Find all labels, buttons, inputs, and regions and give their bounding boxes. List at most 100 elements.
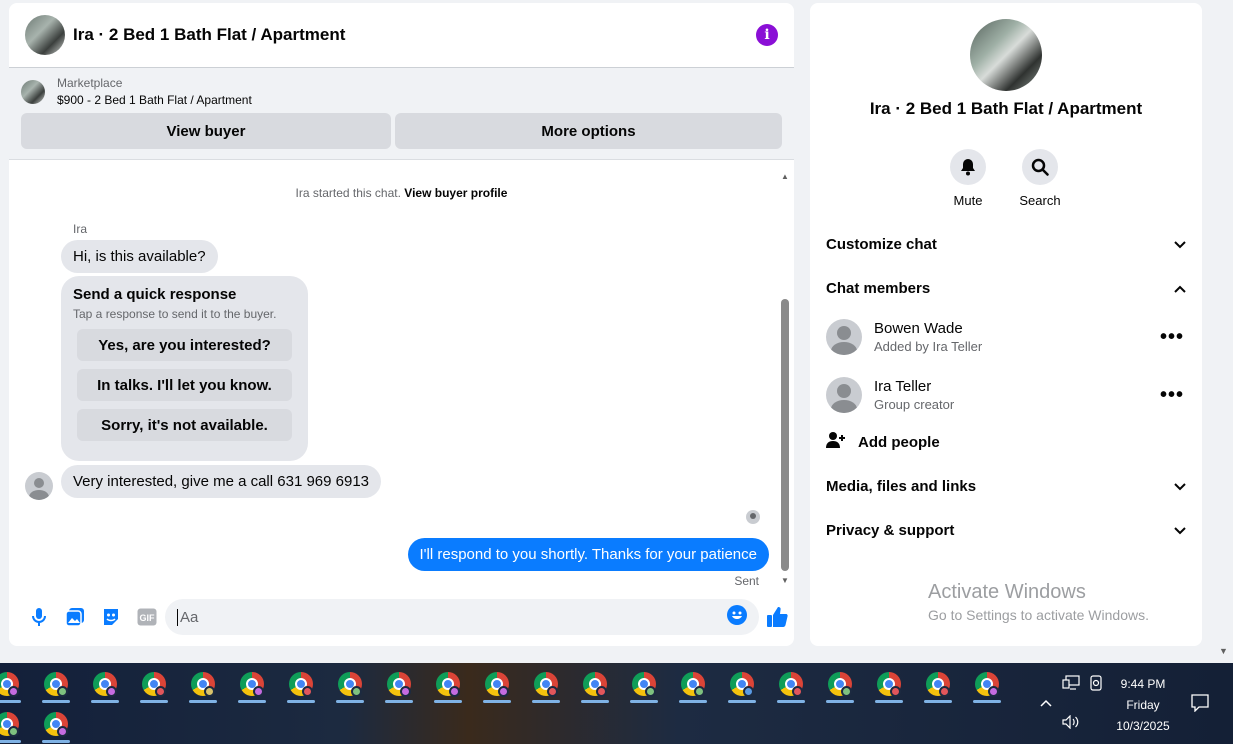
mute-label: Mute [953, 193, 983, 208]
open-window-indicator [875, 700, 903, 703]
profile-badge-icon [8, 686, 19, 697]
taskbar-chrome-button[interactable] [330, 665, 370, 703]
photo-icon[interactable] [57, 599, 93, 635]
bell-icon[interactable] [950, 149, 986, 185]
taskbar-chrome-button[interactable] [281, 665, 321, 703]
open-window-indicator [189, 700, 217, 703]
message-status: Sent [734, 574, 759, 588]
profile-badge-icon [645, 686, 656, 697]
view-buyer-profile-link[interactable]: View buyer profile [404, 186, 507, 200]
taskbar-chrome-button[interactable] [918, 665, 958, 703]
taskbar-chrome-button[interactable] [134, 665, 174, 703]
quick-response-unavailable-button[interactable]: Sorry, it's not available. [77, 409, 292, 441]
taskbar-chrome-button[interactable] [820, 665, 860, 703]
gif-label: GIF [140, 613, 156, 623]
message-bubble[interactable]: Very interested, give me a call 631 969 … [61, 465, 382, 498]
taskbar-chrome-button[interactable] [0, 665, 27, 703]
message-bubble[interactable]: Hi, is this available? [61, 240, 218, 273]
profile-badge-icon [596, 686, 607, 697]
member-avatar[interactable] [826, 377, 862, 413]
message-input-wrapper[interactable] [165, 599, 759, 635]
chevron-up-icon [1174, 280, 1186, 297]
open-window-indicator [0, 740, 21, 743]
thumbs-up-icon[interactable] [759, 599, 794, 635]
open-window-indicator [287, 700, 315, 703]
open-window-indicator [336, 700, 364, 703]
page-scroll-down-icon[interactable]: ▼ [1219, 646, 1228, 656]
mute-button[interactable]: Mute [938, 149, 998, 208]
volume-icon[interactable] [1062, 714, 1080, 732]
taskbar-chrome-button[interactable] [575, 665, 615, 703]
profile-badge-icon [547, 686, 558, 697]
profile-badge-icon [449, 686, 460, 697]
profile-badge-icon [204, 686, 215, 697]
microphone-icon[interactable] [21, 599, 57, 635]
open-window-indicator [826, 700, 854, 703]
taskbar-chrome-button[interactable] [967, 665, 1007, 703]
view-buyer-button[interactable]: View buyer [21, 113, 391, 149]
taskbar-chrome-button[interactable] [232, 665, 272, 703]
taskbar-chrome-button[interactable] [428, 665, 468, 703]
taskbar-chrome-button[interactable] [722, 665, 762, 703]
taskbar-chrome-button[interactable] [85, 665, 125, 703]
chat-members-section[interactable]: Chat members [826, 274, 1186, 302]
scroll-down-arrow-icon[interactable]: ▼ [780, 577, 790, 585]
add-people-button[interactable]: Add people [826, 431, 940, 453]
open-window-indicator [385, 700, 413, 703]
chat-title[interactable]: Ira · 2 Bed 1 Bath Flat / Apartment [73, 25, 756, 45]
taskbar-chrome-button[interactable] [0, 705, 27, 743]
listing-title: $900 - 2 Bed 1 Bath Flat / Apartment [57, 93, 252, 107]
network-icon[interactable] [1062, 675, 1080, 694]
taskbar-chrome-button[interactable] [477, 665, 517, 703]
taskbar-chrome-button[interactable] [379, 665, 419, 703]
windows-taskbar: 9:44 PM Friday 10/3/2025 [0, 663, 1233, 744]
member-role: Group creator [874, 397, 955, 412]
media-files-section[interactable]: Media, files and links [826, 472, 1186, 500]
taskbar-chrome-button[interactable] [869, 665, 909, 703]
sticker-icon[interactable] [93, 599, 129, 635]
own-message-bubble[interactable]: I'll respond to you shortly. Thanks for … [407, 538, 769, 571]
notification-icon[interactable] [1191, 694, 1209, 715]
more-options-icon[interactable]: ••• [1158, 384, 1186, 407]
listing-row[interactable]: Marketplace $900 - 2 Bed 1 Bath Flat / A… [21, 76, 782, 107]
search-button[interactable]: Search [1010, 149, 1070, 208]
add-people-label: Add people [858, 433, 940, 451]
member-avatar[interactable] [826, 319, 862, 355]
taskbar-chrome-button[interactable] [526, 665, 566, 703]
member-row[interactable]: Bowen Wade Added by Ira Teller ••• [826, 315, 1186, 359]
privacy-support-section[interactable]: Privacy & support [826, 516, 1186, 544]
sender-avatar[interactable] [25, 472, 53, 500]
system-clock[interactable]: 9:44 PM Friday 10/3/2025 [1100, 674, 1186, 737]
taskbar-chrome-button[interactable] [183, 665, 223, 703]
quick-response-talks-button[interactable]: In talks. I'll let you know. [77, 369, 292, 401]
chevron-down-icon [1174, 236, 1186, 253]
chevron-down-icon [1174, 522, 1186, 539]
activate-windows-watermark: Activate Windows Go to Settings to activ… [928, 581, 1149, 623]
profile-badge-icon [302, 686, 313, 697]
watermark-subtitle: Go to Settings to activate Windows. [928, 607, 1149, 623]
listing-large-avatar[interactable] [970, 19, 1042, 91]
listing-avatar[interactable] [25, 15, 65, 55]
chat-scrollbar[interactable]: ▲ ▼ [780, 171, 790, 585]
taskbar-chrome-button[interactable] [624, 665, 664, 703]
open-window-indicator [630, 700, 658, 703]
gif-icon[interactable]: GIF [129, 599, 165, 635]
profile-badge-icon [498, 686, 509, 697]
scrollbar-thumb[interactable] [781, 299, 789, 571]
emoji-icon[interactable] [727, 604, 747, 630]
taskbar-chrome-button[interactable] [673, 665, 713, 703]
info-icon[interactable]: i [756, 24, 778, 46]
taskbar-chrome-button[interactable] [36, 705, 76, 743]
search-icon[interactable] [1022, 149, 1058, 185]
customize-chat-section[interactable]: Customize chat [826, 230, 1186, 258]
more-options-button[interactable]: More options [395, 113, 782, 149]
quick-response-yes-button[interactable]: Yes, are you interested? [77, 329, 292, 361]
message-input[interactable] [177, 608, 727, 626]
member-name: Bowen Wade [874, 320, 963, 337]
taskbar-chrome-button[interactable] [771, 665, 811, 703]
member-row[interactable]: Ira Teller Group creator ••• [826, 373, 1186, 417]
taskbar-chrome-button[interactable] [36, 665, 76, 703]
more-options-icon[interactable]: ••• [1158, 326, 1186, 349]
scroll-up-arrow-icon[interactable]: ▲ [780, 173, 790, 181]
chevron-up-icon[interactable] [1040, 695, 1052, 710]
